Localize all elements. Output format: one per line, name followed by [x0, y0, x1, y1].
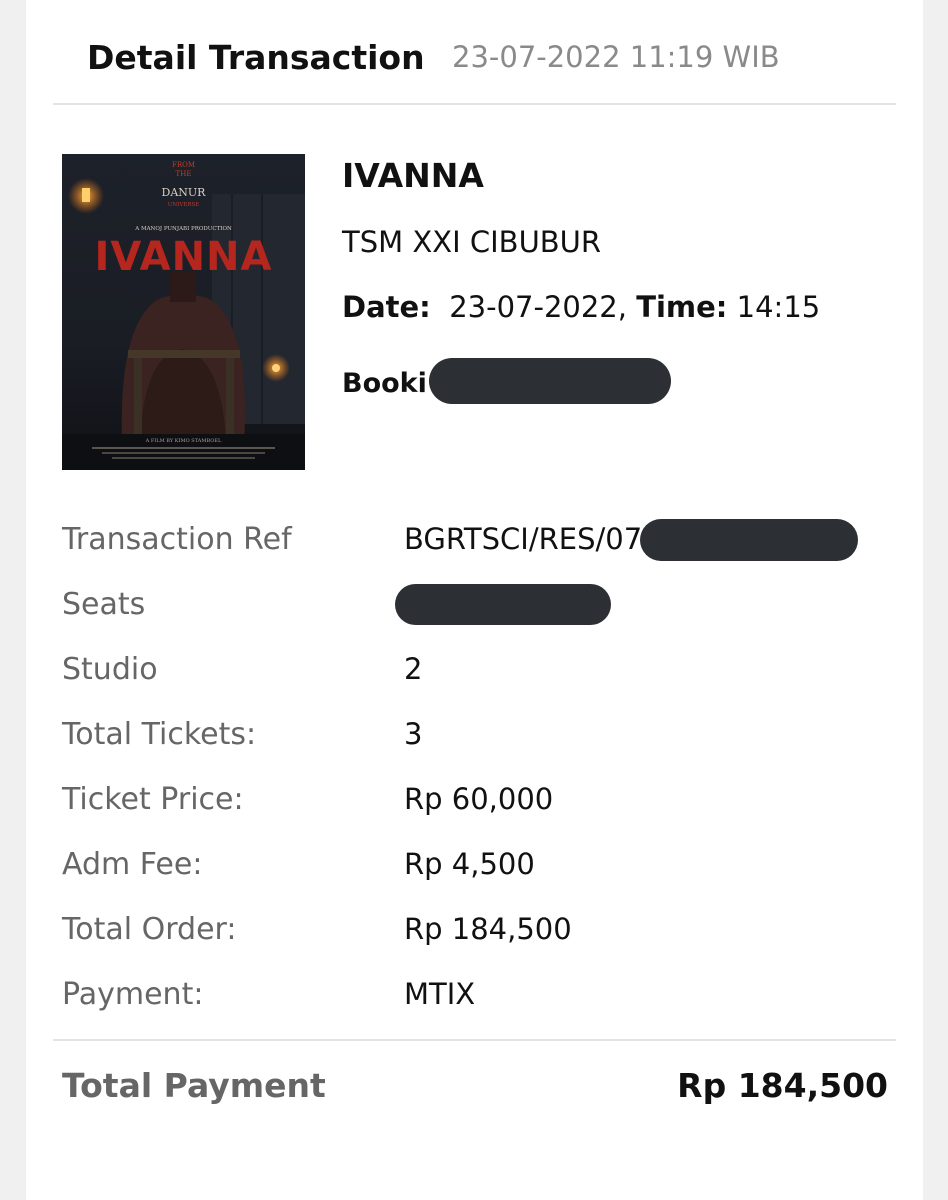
redacted-seats: [395, 584, 611, 625]
booking-code-label: Booki: [342, 368, 427, 399]
page-title: Detail Transaction: [87, 38, 425, 77]
redacted-booking-code: [429, 358, 671, 404]
time-value: 14:15: [736, 290, 821, 324]
detail-value: 3: [404, 717, 423, 751]
svg-text:DANUR: DANUR: [162, 186, 207, 199]
total-payment-value: Rp 184,500: [677, 1066, 888, 1105]
detail-label: Payment:: [62, 977, 204, 1012]
svg-text:A MANOJ PUNJABI PRODUCTION: A MANOJ PUNJABI PRODUCTION: [134, 226, 232, 232]
svg-text:UNIVERSE: UNIVERSE: [168, 202, 200, 208]
detail-value: Rp 4,500: [404, 847, 535, 881]
showtime: Date: 23-07-2022, Time: 14:15: [342, 290, 820, 324]
detail-row-total-tickets: Total Tickets: 3: [62, 717, 892, 767]
detail-label: Seats: [62, 587, 146, 622]
date-value: 23-07-2022,: [449, 290, 627, 324]
svg-text:THE: THE: [176, 170, 192, 178]
time-label: Time:: [636, 290, 728, 324]
redacted-transaction-ref: [640, 519, 858, 561]
total-payment-row: Total Payment Rp 184,500: [62, 1066, 888, 1116]
detail-row-payment: Payment: MTIX: [62, 977, 892, 1027]
detail-label: Ticket Price:: [62, 782, 244, 817]
detail-label: Total Tickets:: [62, 717, 257, 752]
date-label: Date:: [342, 290, 431, 324]
detail-value: Rp 184,500: [404, 912, 572, 946]
detail-value: MTIX: [404, 977, 476, 1011]
detail-label: Studio: [62, 652, 158, 687]
detail-label: Total Order:: [62, 912, 237, 947]
detail-value: Rp 60,000: [404, 782, 554, 816]
detail-label: Transaction Ref: [62, 522, 292, 557]
svg-text:A FILM BY KIMO STAMBOEL: A FILM BY KIMO STAMBOEL: [145, 438, 222, 444]
detail-label: Adm Fee:: [62, 847, 203, 882]
transaction-datetime: 23-07-2022 11:19 WIB: [452, 40, 780, 74]
total-payment-label: Total Payment: [62, 1066, 326, 1105]
detail-value: BGRTSCI/RES/07: [404, 522, 643, 556]
svg-text:FROM: FROM: [172, 161, 195, 169]
header-divider: [53, 103, 896, 105]
detail-row-total-order: Total Order: Rp 184,500: [62, 912, 892, 962]
detail-value: 2: [404, 652, 423, 686]
total-divider: [53, 1039, 896, 1041]
detail-row-ticket-price: Ticket Price: Rp 60,000: [62, 782, 892, 832]
poster-image: IVANNA FROM THE DANUR UNIVERSE A MANOJ P…: [62, 154, 305, 470]
detail-row-studio: Studio 2: [62, 652, 892, 702]
poster-title: IVANNA: [95, 234, 273, 280]
movie-poster[interactable]: IVANNA FROM THE DANUR UNIVERSE A MANOJ P…: [62, 154, 305, 470]
movie-title: IVANNA: [342, 156, 484, 195]
detail-row-adm-fee: Adm Fee: Rp 4,500: [62, 847, 892, 897]
transaction-card: Detail Transaction 23-07-2022 11:19 WIB: [26, 0, 923, 1200]
header: Detail Transaction 23-07-2022 11:19 WIB: [26, 0, 923, 104]
cinema-name: TSM XXI CIBUBUR: [342, 225, 602, 259]
